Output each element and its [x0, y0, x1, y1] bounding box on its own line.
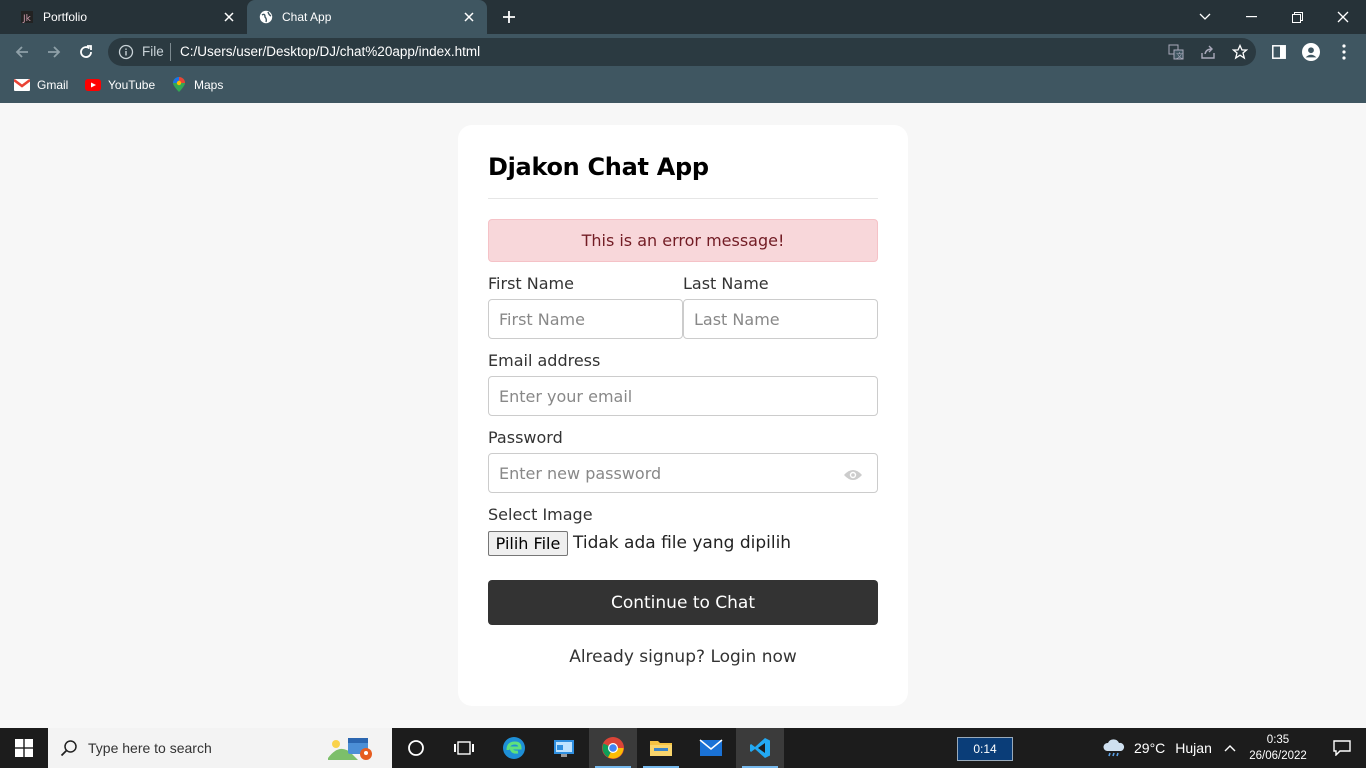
search-icon: [60, 739, 80, 757]
password-label: Password: [488, 428, 563, 447]
chrome-taskbar-icon[interactable]: [589, 728, 637, 768]
forward-button[interactable]: [42, 40, 66, 64]
new-tab-button[interactable]: [498, 7, 520, 27]
error-alert: This is an error message!: [488, 219, 878, 262]
edge-taskbar-icon[interactable]: [490, 728, 538, 768]
restore-button[interactable]: [1274, 0, 1320, 34]
bookmark-youtube[interactable]: YouTube: [85, 77, 155, 93]
maps-icon: [171, 77, 187, 93]
bookmark-label: Gmail: [37, 78, 69, 92]
image-label: Select Image: [488, 505, 593, 524]
first-name-label: First Name: [488, 274, 574, 293]
tab-chat-app[interactable]: Chat App: [247, 0, 487, 34]
close-window-button[interactable]: [1320, 0, 1366, 34]
minimize-button[interactable]: [1228, 0, 1274, 34]
file-explorer-taskbar-icon[interactable]: [637, 728, 685, 768]
tab-close-icon[interactable]: [459, 7, 479, 27]
tab-title: Portfolio: [43, 10, 88, 24]
taskbar-search-box[interactable]: Type here to search: [48, 728, 392, 768]
show-password-eye-icon[interactable]: [843, 467, 865, 481]
search-highlight-illustration-icon: [326, 734, 378, 762]
last-name-label: Last Name: [683, 274, 769, 293]
search-placeholder: Type here to search: [88, 740, 212, 756]
address-separator: [170, 43, 171, 61]
bookmark-gmail[interactable]: Gmail: [14, 77, 68, 93]
screen-recorder-timer[interactable]: 0:14: [957, 737, 1013, 761]
weather-condition: Hujan: [1175, 740, 1212, 756]
bookmark-star-icon[interactable]: [1231, 43, 1249, 61]
share-icon[interactable]: [1199, 43, 1217, 61]
app-title: Djakon Chat App: [488, 153, 709, 181]
cortana-button[interactable]: [392, 728, 440, 768]
rain-cloud-icon: [1102, 738, 1126, 758]
continue-to-chat-button[interactable]: Continue to Chat: [488, 580, 878, 625]
notification-center-icon[interactable]: [1318, 728, 1366, 768]
translate-icon[interactable]: 文: [1167, 43, 1185, 61]
signup-prompt-text: Already signup?: [569, 647, 706, 667]
last-name-input[interactable]: [683, 299, 878, 339]
first-name-input[interactable]: [488, 299, 683, 339]
vscode-taskbar-icon[interactable]: [736, 728, 784, 768]
bookmark-maps[interactable]: Maps: [171, 77, 223, 93]
taskbar-clock[interactable]: 0:35 26/06/2022: [1246, 732, 1310, 764]
tray-chevron-up-icon[interactable]: [1214, 728, 1246, 768]
title-divider: [488, 198, 878, 199]
gmail-icon: [14, 77, 30, 93]
back-button[interactable]: [10, 40, 34, 64]
menu-kebab-icon[interactable]: [1335, 43, 1353, 61]
tab-title: Chat App: [282, 10, 332, 24]
choose-file-button[interactable]: Pilih File: [488, 531, 568, 556]
task-view-button[interactable]: [440, 728, 488, 768]
windows-start-button[interactable]: [0, 728, 48, 768]
bookmark-label: Maps: [194, 78, 224, 92]
password-input[interactable]: [488, 453, 878, 493]
globe-icon: [259, 10, 273, 24]
login-now-link[interactable]: Login now: [710, 647, 796, 667]
portfolio-favicon-icon: Jk: [20, 10, 34, 24]
email-input[interactable]: [488, 376, 878, 416]
svg-text:Jk: Jk: [22, 14, 32, 24]
email-label: Email address: [488, 351, 601, 370]
file-status-text: Tidak ada file yang dipilih: [573, 533, 792, 553]
clock-time: 0:35: [1266, 734, 1290, 746]
address-url[interactable]: C:/Users/user/Desktop/DJ/chat%20app/inde…: [180, 44, 480, 59]
profile-avatar-icon[interactable]: [1302, 43, 1320, 61]
clock-date: 26/06/2022: [1249, 750, 1307, 762]
weather-widget[interactable]: 29°C Hujan: [1102, 738, 1212, 758]
site-info-icon[interactable]: [118, 44, 134, 60]
tab-search-chevron-icon[interactable]: [1182, 0, 1228, 34]
address-scheme-label: File: [142, 44, 164, 59]
signup-card: Djakon Chat App This is an error message…: [458, 125, 908, 706]
weather-temp: 29°C: [1134, 740, 1166, 756]
side-panel-icon[interactable]: [1270, 43, 1288, 61]
tab-close-icon[interactable]: [219, 7, 239, 27]
tab-portfolio[interactable]: Jk Portfolio: [0, 0, 247, 34]
svg-text:文: 文: [1176, 51, 1183, 60]
control-panel-taskbar-icon[interactable]: [540, 728, 588, 768]
login-prompt: Already signup? Login now: [488, 647, 878, 667]
page-viewport: Djakon Chat App This is an error message…: [0, 103, 1366, 728]
reload-button[interactable]: [74, 40, 98, 64]
youtube-icon: [85, 77, 101, 93]
bookmark-label: YouTube: [108, 78, 156, 92]
mail-taskbar-icon[interactable]: [687, 728, 735, 768]
